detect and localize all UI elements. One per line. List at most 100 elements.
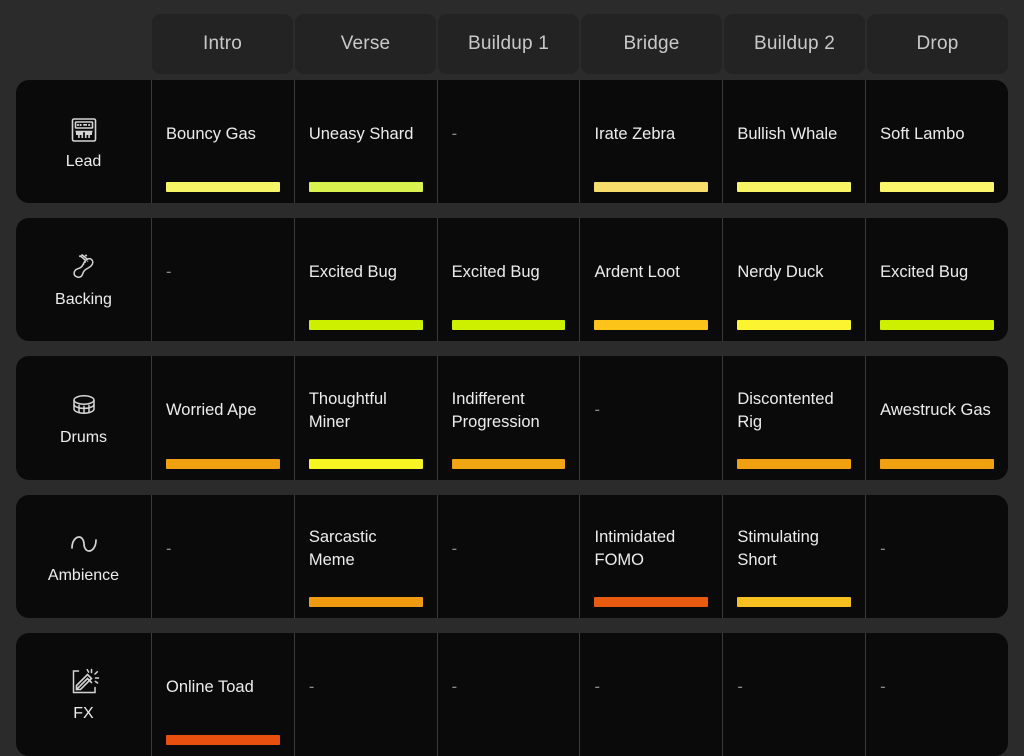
- magic-wand-icon: [67, 665, 101, 699]
- clip-cell[interactable]: Excited Bug: [295, 218, 438, 341]
- clip-cell[interactable]: Excited Bug: [438, 218, 581, 341]
- section-tab-label: Buildup 1: [468, 33, 549, 55]
- clip-cell[interactable]: Bouncy Gas: [152, 80, 295, 203]
- clip-intensity-bar: [166, 182, 280, 192]
- clip-intensity-bar: [309, 182, 423, 192]
- track-name: FX: [73, 705, 93, 723]
- clip-intensity-bar: [880, 459, 994, 469]
- clip-cell[interactable]: Discontented Rig: [723, 356, 866, 479]
- clip-cell[interactable]: -: [438, 633, 581, 756]
- clip-name: Awestruck Gas: [880, 399, 991, 422]
- clip-cell[interactable]: Irate Zebra: [580, 80, 723, 203]
- keyboard-icon: [67, 113, 101, 147]
- clip-cell[interactable]: -: [866, 495, 1008, 618]
- clip-intensity-bar: [737, 182, 851, 192]
- section-tabs: Intro Verse Buildup 1 Bridge Buildup 2 Drop: [152, 14, 1008, 74]
- clip-empty-marker: -: [309, 676, 315, 699]
- section-tab[interactable]: Intro: [152, 14, 293, 74]
- track-label-backing[interactable]: Backing: [16, 218, 152, 341]
- clip-name: Sarcastic Meme: [309, 526, 423, 573]
- clip-intensity-bar: [452, 459, 566, 469]
- clip-cell[interactable]: Uneasy Shard: [295, 80, 438, 203]
- section-tab[interactable]: Buildup 2: [724, 14, 865, 74]
- clip-intensity-bar: [166, 459, 280, 469]
- clip-name: Stimulating Short: [737, 526, 851, 573]
- clip-cell[interactable]: Excited Bug: [866, 218, 1008, 341]
- clip-name: Uneasy Shard: [309, 123, 414, 146]
- clip-name: Thoughtful Miner: [309, 388, 423, 435]
- clip-name: Bullish Whale: [737, 123, 837, 146]
- clip-intensity-bar: [309, 597, 423, 607]
- clip-empty-marker: -: [880, 676, 886, 699]
- clip-name: Excited Bug: [309, 261, 397, 284]
- section-tab[interactable]: Buildup 1: [438, 14, 579, 74]
- section-tab[interactable]: Verse: [295, 14, 436, 74]
- clip-name: Ardent Loot: [594, 261, 679, 284]
- track-label-ambience[interactable]: Ambience: [16, 495, 152, 618]
- clip-cell[interactable]: Indifferent Progression: [438, 356, 581, 479]
- arrangement-grid: Intro Verse Buildup 1 Bridge Buildup 2 Drop L…: [0, 0, 1024, 756]
- clip-cell[interactable]: -: [152, 218, 295, 341]
- clip-name: Discontented Rig: [737, 388, 851, 435]
- clip-name: Bouncy Gas: [166, 123, 256, 146]
- clip-cell[interactable]: -: [295, 633, 438, 756]
- clip-cell[interactable]: Nerdy Duck: [723, 218, 866, 341]
- clip-intensity-bar: [737, 320, 851, 330]
- section-tab-label: Buildup 2: [754, 33, 835, 55]
- clip-cell[interactable]: Ardent Loot: [580, 218, 723, 341]
- clip-intensity-bar: [309, 459, 423, 469]
- clip-empty-marker: -: [594, 676, 600, 699]
- track-cells: Worried Ape Thoughtful Miner Indifferent P…: [152, 356, 1008, 479]
- clip-intensity-bar: [452, 320, 566, 330]
- drum-icon: [67, 389, 101, 423]
- clip-cell[interactable]: Worried Ape: [152, 356, 295, 479]
- section-tab-label: Intro: [203, 33, 242, 55]
- clip-name: Excited Bug: [452, 261, 540, 284]
- track-row: Ambience - Sarcastic Meme - Intimidated FOMO…: [16, 495, 1008, 618]
- clip-cell[interactable]: -: [152, 495, 295, 618]
- clip-name: Intimidated FOMO: [594, 526, 708, 573]
- clip-empty-marker: -: [452, 676, 458, 699]
- track-name: Drums: [60, 429, 107, 447]
- section-tab[interactable]: Bridge: [581, 14, 722, 74]
- clip-name: Indifferent Progression: [452, 388, 566, 435]
- clip-empty-marker: -: [452, 538, 458, 561]
- track-label-fx[interactable]: FX: [16, 633, 152, 756]
- clip-intensity-bar: [594, 320, 708, 330]
- section-header-row: Intro Verse Buildup 1 Bridge Buildup 2 Drop: [16, 14, 1008, 74]
- clip-cell[interactable]: -: [866, 633, 1008, 756]
- guitar-icon: [67, 251, 101, 285]
- track-cells: Online Toad-----: [152, 633, 1008, 756]
- clip-name: Irate Zebra: [594, 123, 675, 146]
- track-label-drums[interactable]: Drums: [16, 356, 152, 479]
- clip-intensity-bar: [166, 735, 280, 745]
- clip-intensity-bar: [737, 597, 851, 607]
- clip-cell[interactable]: Thoughtful Miner: [295, 356, 438, 479]
- clip-cell[interactable]: Sarcastic Meme: [295, 495, 438, 618]
- clip-cell[interactable]: Bullish Whale: [723, 80, 866, 203]
- clip-empty-marker: -: [880, 538, 886, 561]
- clip-cell[interactable]: Awestruck Gas: [866, 356, 1008, 479]
- section-tab-label: Verse: [341, 33, 391, 55]
- clip-cell[interactable]: -: [438, 80, 581, 203]
- clip-empty-marker: -: [452, 123, 458, 146]
- clip-intensity-bar: [880, 320, 994, 330]
- clip-cell[interactable]: -: [580, 633, 723, 756]
- clip-cell[interactable]: -: [438, 495, 581, 618]
- track-list: Lead Bouncy Gas Uneasy Shard - Irate Zebra Bu…: [16, 80, 1008, 756]
- clip-cell[interactable]: -: [723, 633, 866, 756]
- section-tab[interactable]: Drop: [867, 14, 1008, 74]
- clip-cell[interactable]: Online Toad: [152, 633, 295, 756]
- section-tab-label: Drop: [917, 33, 959, 55]
- clip-cell[interactable]: Soft Lambo: [866, 80, 1008, 203]
- sine-wave-icon: [67, 527, 101, 561]
- track-name: Lead: [66, 153, 102, 171]
- track-label-lead[interactable]: Lead: [16, 80, 152, 203]
- clip-empty-marker: -: [594, 399, 600, 422]
- clip-cell[interactable]: Stimulating Short: [723, 495, 866, 618]
- clip-cell[interactable]: -: [580, 356, 723, 479]
- track-cells: -Excited BugExcited BugArdent LootNerdy …: [152, 218, 1008, 341]
- clip-empty-marker: -: [166, 538, 172, 561]
- track-name: Ambience: [48, 567, 119, 585]
- clip-cell[interactable]: Intimidated FOMO: [580, 495, 723, 618]
